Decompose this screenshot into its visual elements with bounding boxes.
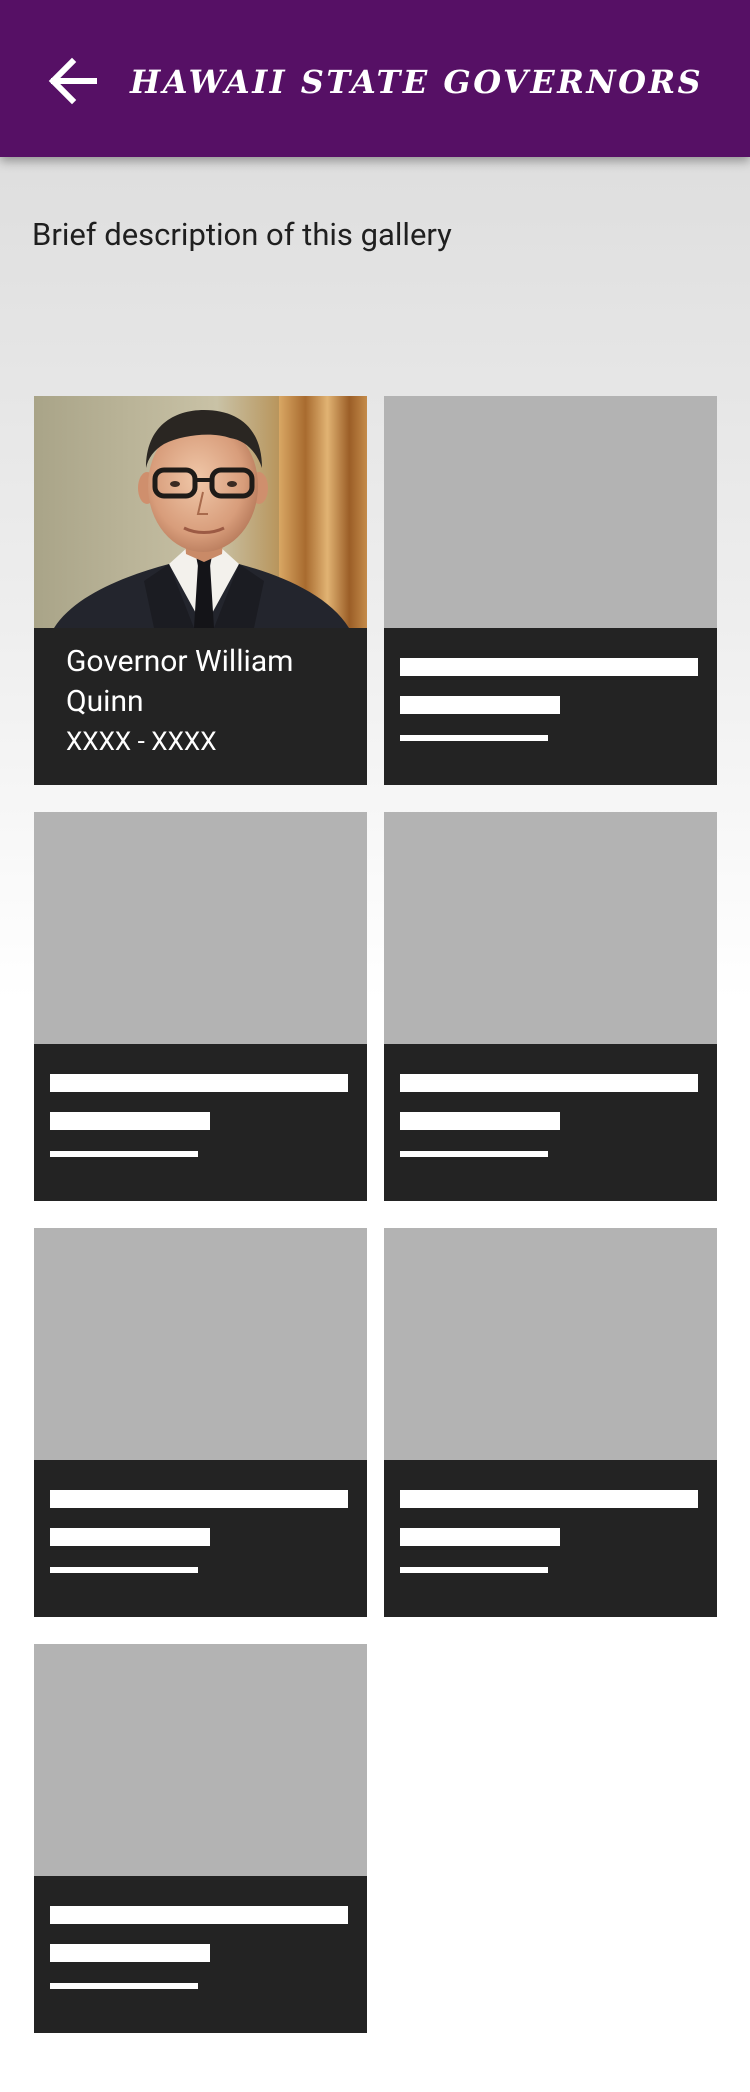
text-placeholder-line <box>50 1112 210 1130</box>
gallery-card-placeholder[interactable] <box>384 396 717 785</box>
image-placeholder <box>34 812 367 1044</box>
text-placeholder-line <box>50 1567 198 1573</box>
text-placeholder-line <box>400 735 548 741</box>
page-title: HAWAII STATE GOVERNORS <box>130 63 704 101</box>
text-placeholder-line <box>400 1567 548 1573</box>
text-placeholder-line <box>50 1528 210 1546</box>
text-placeholder-line <box>400 658 698 676</box>
image-placeholder <box>34 1228 367 1460</box>
text-placeholder-line <box>50 1983 198 1989</box>
card-caption: Governor William Quinn XXXX - XXXX <box>34 628 367 785</box>
card-caption-placeholder <box>384 1044 717 1201</box>
governor-name: Governor William Quinn <box>66 644 294 719</box>
text-placeholder-line <box>50 1906 348 1924</box>
gallery-card-placeholder[interactable] <box>34 812 367 1201</box>
governor-years: XXXX - XXXX <box>66 727 217 757</box>
gallery-card-placeholder[interactable] <box>34 1228 367 1617</box>
text-placeholder-line <box>400 1528 560 1546</box>
gallery-card-placeholder[interactable] <box>34 1644 367 2033</box>
arrow-left-icon <box>48 57 97 105</box>
gallery-card-placeholder[interactable] <box>384 1228 717 1617</box>
card-caption-placeholder <box>34 1876 367 2033</box>
text-placeholder-line <box>50 1944 210 1962</box>
text-placeholder-line <box>50 1490 348 1508</box>
image-placeholder <box>34 1644 367 1876</box>
text-placeholder-line <box>400 696 560 714</box>
text-placeholder-line <box>400 1112 560 1130</box>
gallery-grid: Governor William Quinn XXXX - XXXX <box>34 396 718 2033</box>
card-caption-placeholder <box>34 1460 367 1617</box>
text-placeholder-line <box>400 1074 698 1092</box>
app-bar: HAWAII STATE GOVERNORS <box>0 0 750 157</box>
image-placeholder <box>384 812 717 1044</box>
gallery-card-william-quinn[interactable]: Governor William Quinn XXXX - XXXX <box>34 396 367 785</box>
text-placeholder-line <box>400 1151 548 1157</box>
card-caption-placeholder <box>384 628 717 785</box>
card-caption-placeholder <box>384 1460 717 1617</box>
text-placeholder-line <box>400 1490 698 1508</box>
back-button[interactable] <box>38 46 108 116</box>
image-placeholder <box>384 1228 717 1460</box>
gallery-card-placeholder[interactable] <box>384 812 717 1201</box>
gallery-description: Brief description of this gallery <box>32 216 452 253</box>
image-placeholder <box>384 396 717 628</box>
text-placeholder-line <box>50 1151 198 1157</box>
text-placeholder-line <box>50 1074 348 1092</box>
card-caption-placeholder <box>34 1044 367 1201</box>
governor-portrait-image <box>34 396 367 628</box>
